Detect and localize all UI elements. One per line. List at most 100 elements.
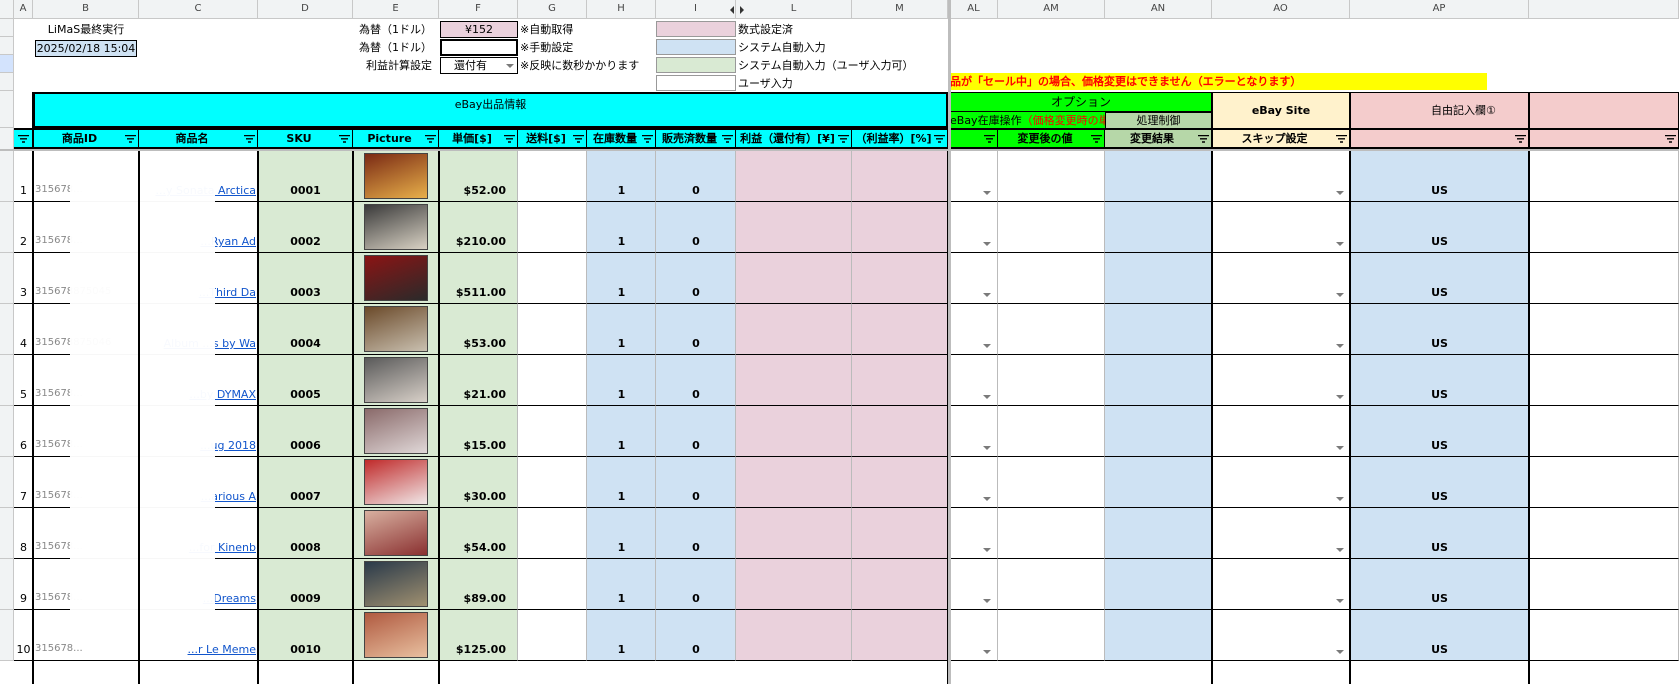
product-thumbnail[interactable]	[364, 612, 428, 658]
row-header[interactable]	[0, 355, 14, 406]
skip-setting-dropdown-icon[interactable]	[1336, 599, 1344, 603]
column-header-L[interactable]: L	[736, 0, 852, 19]
column-filter-icon[interactable]	[1336, 135, 1347, 143]
skip-setting-dropdown-icon[interactable]	[1336, 191, 1344, 195]
column-title-8[interactable]: 利益（還付有）[¥]	[736, 128, 852, 149]
inventory-op-dropdown-icon[interactable]	[983, 497, 991, 501]
inventory-op-dropdown-icon[interactable]	[983, 599, 991, 603]
column-header-AP[interactable]: AP	[1350, 0, 1529, 19]
product-thumbnail[interactable]	[364, 561, 428, 607]
column-header-AN[interactable]: AN	[1105, 0, 1212, 19]
column-filter-icon[interactable]	[1091, 135, 1102, 143]
row-header[interactable]	[0, 73, 14, 91]
expand-columns-right-icon[interactable]	[740, 6, 744, 14]
column-header-F[interactable]: F	[439, 0, 518, 19]
row-header[interactable]	[0, 559, 14, 610]
product-thumbnail[interactable]	[364, 306, 428, 352]
skip-setting-dropdown-icon[interactable]	[1336, 650, 1344, 654]
row-filter-icon[interactable]	[18, 135, 29, 143]
column-header-AQ[interactable]	[1529, 0, 1679, 19]
inventory-op-dropdown-icon[interactable]	[983, 395, 991, 399]
column-filter-icon[interactable]	[838, 135, 849, 143]
row-header[interactable]	[0, 37, 14, 55]
column-filter-icon[interactable]	[244, 135, 255, 143]
skip-setting-dropdown-icon[interactable]	[1336, 242, 1344, 246]
column-header-M[interactable]: M	[852, 0, 948, 19]
product-thumbnail[interactable]	[364, 510, 428, 556]
row-header[interactable]	[0, 55, 14, 73]
product-thumbnail[interactable]	[364, 408, 428, 454]
column-filter-icon[interactable]	[984, 135, 995, 143]
column-filter-icon[interactable]	[1198, 135, 1209, 143]
row-header[interactable]	[0, 19, 14, 37]
fx-value-manual-input[interactable]	[440, 39, 518, 56]
column-header-AO[interactable]: AO	[1212, 0, 1350, 19]
row-header[interactable]	[0, 304, 14, 355]
skip-setting-dropdown-icon[interactable]	[1336, 497, 1344, 501]
item-id[interactable]: 315678...	[35, 643, 139, 659]
column-title-15[interactable]	[1529, 128, 1679, 149]
product-thumbnail[interactable]	[364, 153, 428, 199]
row-header[interactable]	[0, 406, 14, 457]
frozen-row-divider[interactable]	[0, 149, 1679, 151]
row-header[interactable]	[0, 457, 14, 508]
column-filter-icon[interactable]	[425, 135, 436, 143]
row-header[interactable]	[0, 91, 14, 128]
sku: 0006	[290, 439, 321, 452]
row-header[interactable]	[0, 508, 14, 559]
item-name-link[interactable]: ...r Le Meme	[142, 643, 256, 659]
inventory-op-dropdown-icon[interactable]	[983, 548, 991, 552]
column-filter-icon[interactable]	[573, 135, 584, 143]
inventory-op-dropdown-icon[interactable]	[983, 293, 991, 297]
product-thumbnail[interactable]	[364, 357, 428, 403]
column-title-14[interactable]	[1350, 128, 1529, 149]
column-filter-icon[interactable]	[339, 135, 350, 143]
row-header[interactable]	[0, 253, 14, 304]
row-header[interactable]	[0, 610, 14, 661]
column-title-12[interactable]: 変更結果	[1105, 128, 1212, 149]
skip-setting-dropdown-icon[interactable]	[1336, 293, 1344, 297]
column-header-G[interactable]: G	[518, 0, 587, 19]
column-header-H[interactable]: H	[587, 0, 656, 19]
skip-setting-dropdown-icon[interactable]	[1336, 395, 1344, 399]
column-filter-icon[interactable]	[1665, 135, 1676, 143]
column-title-11[interactable]: 変更後の値	[998, 128, 1105, 149]
row-header[interactable]	[0, 151, 14, 202]
column-filter-icon[interactable]	[504, 135, 515, 143]
column-filter-icon[interactable]	[642, 135, 653, 143]
inventory-op-dropdown-icon[interactable]	[983, 344, 991, 348]
column-header-I[interactable]: I	[656, 0, 736, 19]
row-header[interactable]	[0, 202, 14, 253]
profit-setting-dropdown-icon[interactable]	[506, 64, 514, 68]
row-header[interactable]	[0, 128, 14, 150]
column-filter-icon[interactable]	[125, 135, 136, 143]
column-title-1[interactable]: 商品名	[139, 128, 258, 149]
column-header-C[interactable]: C	[139, 0, 258, 19]
skip-setting-dropdown-icon[interactable]	[1336, 548, 1344, 552]
column-header-D[interactable]: D	[258, 0, 353, 19]
column-header-AM[interactable]: AM	[998, 0, 1105, 19]
frozen-pane-divider[interactable]	[948, 0, 951, 684]
column-header-E[interactable]: E	[353, 0, 439, 19]
table-cell	[852, 202, 948, 253]
product-thumbnail[interactable]	[364, 459, 428, 505]
inventory-op-dropdown-icon[interactable]	[983, 191, 991, 195]
column-title-0[interactable]: 商品ID	[33, 128, 139, 149]
inventory-op-dropdown-icon[interactable]	[983, 242, 991, 246]
expand-columns-left-icon[interactable]	[730, 6, 734, 14]
product-thumbnail[interactable]	[364, 255, 428, 301]
fx-value-auto[interactable]: ¥152	[440, 21, 518, 38]
inventory-op-dropdown-icon[interactable]	[983, 650, 991, 654]
column-header-B[interactable]: B	[33, 0, 139, 19]
column-filter-icon[interactable]	[1515, 135, 1526, 143]
inventory-op-dropdown-icon[interactable]	[983, 446, 991, 450]
skip-setting-dropdown-icon[interactable]	[1336, 344, 1344, 348]
product-thumbnail[interactable]	[364, 204, 428, 250]
skip-setting-dropdown-icon[interactable]	[1336, 446, 1344, 450]
column-header-A[interactable]: A	[14, 0, 33, 19]
select-all-corner[interactable]	[0, 0, 14, 19]
column-filter-icon[interactable]	[934, 135, 945, 143]
column-filter-icon[interactable]	[722, 135, 733, 143]
column-title-13[interactable]: スキップ設定	[1212, 128, 1350, 149]
column-header-AL[interactable]: AL	[950, 0, 998, 19]
